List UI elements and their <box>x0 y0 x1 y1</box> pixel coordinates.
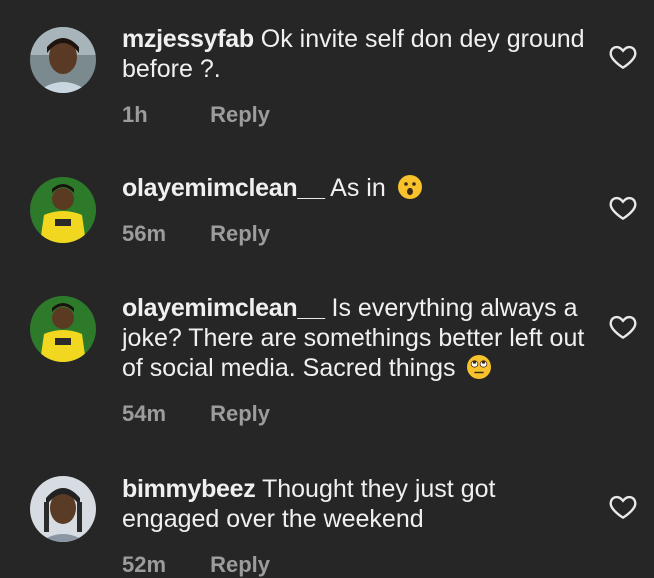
avatar[interactable] <box>30 476 96 542</box>
comment-text: As in <box>330 174 386 202</box>
heart-icon[interactable] <box>608 42 638 72</box>
comment-body: olayemimclean__ As in 56m Reply <box>122 173 592 247</box>
comment-meta: 1h Reply <box>122 102 592 128</box>
comment-time: 54m <box>122 401 167 426</box>
comment-text-line: bimmybeez Thought they just got engaged … <box>122 474 592 534</box>
comment-body: olayemimclean__ Is everything always a j… <box>122 293 592 427</box>
comment-username[interactable]: olayemimclean__ <box>122 294 325 322</box>
comment-meta: 54m Reply <box>122 401 592 427</box>
avatar[interactable] <box>30 296 96 362</box>
comment-text-line: mzjessyfab Ok invite self don dey ground… <box>122 24 592 84</box>
comment-meta: 56m Reply <box>122 221 592 247</box>
heart-icon[interactable] <box>608 193 638 223</box>
avatar[interactable] <box>30 177 96 243</box>
comment-username[interactable]: olayemimclean__ <box>122 174 325 202</box>
heart-icon[interactable] <box>608 312 638 342</box>
eye-roll-emoji-icon <box>467 355 492 379</box>
surprised-face-emoji-icon <box>397 175 422 199</box>
woman-selfie-avatar-icon <box>30 27 96 93</box>
comment-text-line: olayemimclean__ Is everything always a j… <box>122 293 592 383</box>
reply-button[interactable]: Reply <box>210 401 270 427</box>
comment-meta: 52m Reply <box>122 552 592 578</box>
yellow-shirt-avatar-icon <box>30 296 96 362</box>
comment-body: mzjessyfab Ok invite self don dey ground… <box>122 24 592 128</box>
avatar[interactable] <box>30 27 96 93</box>
comment-time: 1h <box>122 102 148 127</box>
comment-text-line: olayemimclean__ As in <box>122 173 592 203</box>
reply-button[interactable]: Reply <box>210 221 270 247</box>
comment-username[interactable]: bimmybeez <box>122 475 256 503</box>
braids-avatar-icon <box>30 476 96 542</box>
comment-username[interactable]: mzjessyfab <box>122 25 254 53</box>
yellow-shirt-avatar-icon <box>30 177 96 243</box>
comment-time: 52m <box>122 552 167 577</box>
comment-body: bimmybeez Thought they just got engaged … <box>122 474 592 578</box>
comment-time: 56m <box>122 221 167 246</box>
reply-button[interactable]: Reply <box>210 102 270 128</box>
heart-icon[interactable] <box>608 492 638 522</box>
reply-button[interactable]: Reply <box>210 552 270 578</box>
